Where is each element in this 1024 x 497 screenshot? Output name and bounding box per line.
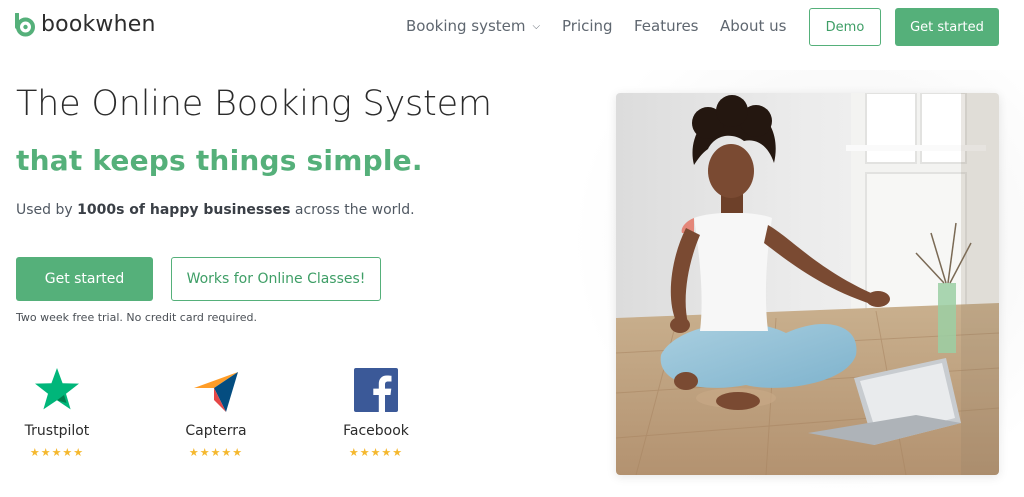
header-get-started-button[interactable]: Get started <box>895 8 999 46</box>
trial-note: Two week free trial. No credit card requ… <box>16 311 257 324</box>
nav-booking-system-label: Booking system <box>406 17 526 35</box>
demo-button[interactable]: Demo <box>809 8 881 46</box>
review-facebook[interactable]: Facebook ★★★★★ <box>321 366 431 466</box>
hero-title: The Online Booking System <box>16 84 492 124</box>
rating-stars: ★★★★★ <box>188 446 244 459</box>
yoga-illustration <box>616 93 999 475</box>
nav-about-us[interactable]: About us <box>720 17 786 35</box>
review-name: Facebook <box>343 423 409 439</box>
hero-description: Used by 1000s of happy businesses across… <box>16 202 415 218</box>
chevron-down-icon: ⌵ <box>532 21 541 32</box>
review-capterra[interactable]: Capterra ★★★★★ <box>161 366 271 466</box>
nav-pricing[interactable]: Pricing <box>562 17 613 35</box>
review-trustpilot[interactable]: Trustpilot ★★★★★ <box>2 366 112 466</box>
hero-get-started-button[interactable]: Get started <box>16 257 153 301</box>
trustpilot-star-icon <box>35 368 79 410</box>
site-header: bookwhen Booking system ⌵ Pricing Feature… <box>0 0 1024 54</box>
nav-features[interactable]: Features <box>634 17 699 35</box>
capterra-icon <box>194 372 238 412</box>
facebook-icon <box>354 368 398 412</box>
online-classes-button[interactable]: Works for Online Classes! <box>171 257 381 301</box>
nav-booking-system[interactable]: Booking system ⌵ <box>406 17 540 35</box>
review-name: Capterra <box>185 423 247 439</box>
hero-description-bold: 1000s of happy businesses <box>77 202 291 218</box>
rating-stars: ★★★★★ <box>348 446 404 459</box>
hero-description-prefix: Used by <box>16 202 78 218</box>
rating-stars: ★★★★★ <box>29 446 85 459</box>
hero-description-suffix: across the world. <box>290 202 415 218</box>
hero-subtitle: that keeps things simple. <box>16 144 423 177</box>
hero-photo-yoga-woman <box>616 93 999 475</box>
review-name: Trustpilot <box>24 423 90 439</box>
